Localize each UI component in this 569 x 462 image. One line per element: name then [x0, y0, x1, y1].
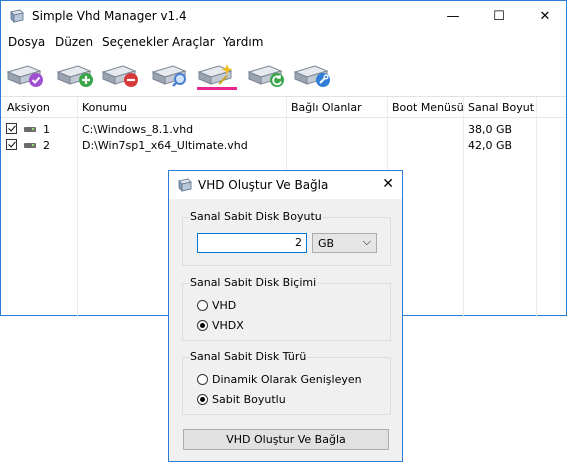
menu-bar: Dosya Düzen Seçenekler Araçlar Yardım: [1, 32, 566, 52]
menu-araclar[interactable]: Araçlar: [172, 35, 215, 49]
window-title: Simple Vhd Manager v1.4: [32, 9, 187, 23]
app-drive-icon: [10, 9, 24, 23]
drive-sparkle-icon: [197, 64, 233, 85]
row-index: 1: [43, 123, 50, 136]
column-sanal-boyut[interactable]: Sanal Boyut: [468, 101, 534, 114]
unit-select-value: GB: [318, 237, 335, 250]
dialog-title: VHD Oluştur Ve Bağla: [198, 178, 329, 192]
format-group-label: Sanal Sabit Disk Biçimi: [189, 276, 318, 289]
drive-refresh-icon: [247, 65, 284, 87]
add-vhd-button[interactable]: [56, 60, 96, 88]
size-group: Sanal Sabit Disk Boyutu 2 GB ⌵: [182, 210, 391, 266]
remove-vhd-button[interactable]: [101, 60, 141, 88]
drive-plus-icon: [56, 65, 93, 87]
minimize-button[interactable]: —: [430, 1, 476, 32]
dialog-close-button[interactable]: ✕: [382, 176, 394, 192]
radio-dynamic-circle[interactable]: [197, 374, 208, 385]
drive-check-icon: [6, 65, 43, 87]
row-checkbox[interactable]: [6, 123, 17, 134]
column-boot-menusu[interactable]: Boot Menüsü: [392, 101, 464, 114]
title-bar[interactable]: Simple Vhd Manager v1.4 — ☐ ✕: [1, 1, 566, 32]
active-tool-underline: [197, 87, 237, 90]
drive-icon: [24, 127, 36, 132]
row-checkbox[interactable]: [6, 139, 17, 150]
menu-duzen[interactable]: Düzen: [55, 35, 93, 49]
row-size: 42,0 GB: [468, 139, 513, 152]
create-vhd-dialog: VHD Oluştur Ve Bağla ✕ Sanal Sabit Disk …: [168, 170, 403, 462]
drive-magnifier-icon: [151, 65, 187, 87]
drive-icon: [24, 143, 36, 148]
column-aksiyon[interactable]: Aksiyon: [7, 101, 50, 114]
radio-vhdx-circle[interactable]: [197, 320, 208, 331]
radio-vhd-label: VHD: [212, 299, 237, 312]
radio-fixed-label: Sabit Boyutlu: [212, 393, 286, 406]
tools-vhd-button[interactable]: [293, 60, 333, 88]
size-group-label: Sanal Sabit Disk Boyutu: [189, 210, 323, 223]
radio-dynamic-label: Dinamik Olarak Genişleyen: [212, 373, 362, 386]
format-group: Sanal Sabit Disk Biçimi VHD VHDX: [182, 276, 391, 341]
menu-yardim[interactable]: Yardım: [223, 35, 263, 49]
radio-fixed-circle[interactable]: [197, 394, 208, 405]
radio-vhd-circle[interactable]: [197, 300, 208, 311]
column-bagli-olanlar[interactable]: Bağlı Olanlar: [291, 101, 362, 114]
vhd-properties-button[interactable]: [151, 60, 191, 88]
create-and-attach-button[interactable]: VHD Oluştur Ve Bağla: [183, 429, 389, 450]
column-konumu[interactable]: Konumu: [82, 101, 127, 114]
table-row[interactable]: 2 D:\Win7sp1_x64_Ultimate.vhd 42,0 GB: [1, 138, 566, 154]
row-path: C:\Windows_8.1.vhd: [82, 123, 194, 136]
create-and-attach-vhd-button[interactable]: [197, 60, 237, 88]
unit-select[interactable]: GB ⌵: [312, 233, 377, 253]
refresh-vhd-button[interactable]: [247, 60, 287, 88]
table-row[interactable]: 1 C:\Windows_8.1.vhd 38,0 GB: [1, 122, 566, 138]
row-size: 38,0 GB: [468, 123, 513, 136]
menu-secenekler[interactable]: Seçenekler: [102, 35, 169, 49]
row-path: D:\Win7sp1_x64_Ultimate.vhd: [82, 139, 248, 152]
chevron-down-icon: ⌵: [362, 235, 371, 248]
type-group: Sanal Sabit Disk Türü Dinamik Olarak Gen…: [182, 350, 391, 415]
drive-wrench-icon: [293, 65, 330, 87]
toolbar: [1, 52, 566, 97]
menu-dosya[interactable]: Dosya: [8, 35, 45, 49]
table-header: Aksiyon Konumu Bağlı Olanlar Boot Menüsü…: [1, 97, 566, 118]
dialog-title-bar[interactable]: VHD Oluştur Ve Bağla ✕: [169, 171, 402, 199]
row-index: 2: [43, 139, 50, 152]
size-input[interactable]: 2: [197, 233, 307, 253]
type-group-label: Sanal Sabit Disk Türü: [189, 350, 308, 363]
radio-vhdx[interactable]: VHDX: [197, 319, 397, 334]
radio-fixed[interactable]: Sabit Boyutlu: [197, 393, 397, 408]
radio-vhd[interactable]: VHD: [197, 299, 397, 314]
radio-dynamic[interactable]: Dinamik Olarak Genişleyen: [197, 373, 397, 388]
maximize-button[interactable]: ☐: [476, 1, 522, 32]
dialog-drive-icon: [178, 178, 192, 192]
attach-vhd-button[interactable]: [6, 60, 46, 88]
close-button[interactable]: ✕: [522, 1, 568, 32]
drive-minus-icon: [101, 65, 138, 87]
radio-vhdx-label: VHDX: [212, 319, 244, 332]
